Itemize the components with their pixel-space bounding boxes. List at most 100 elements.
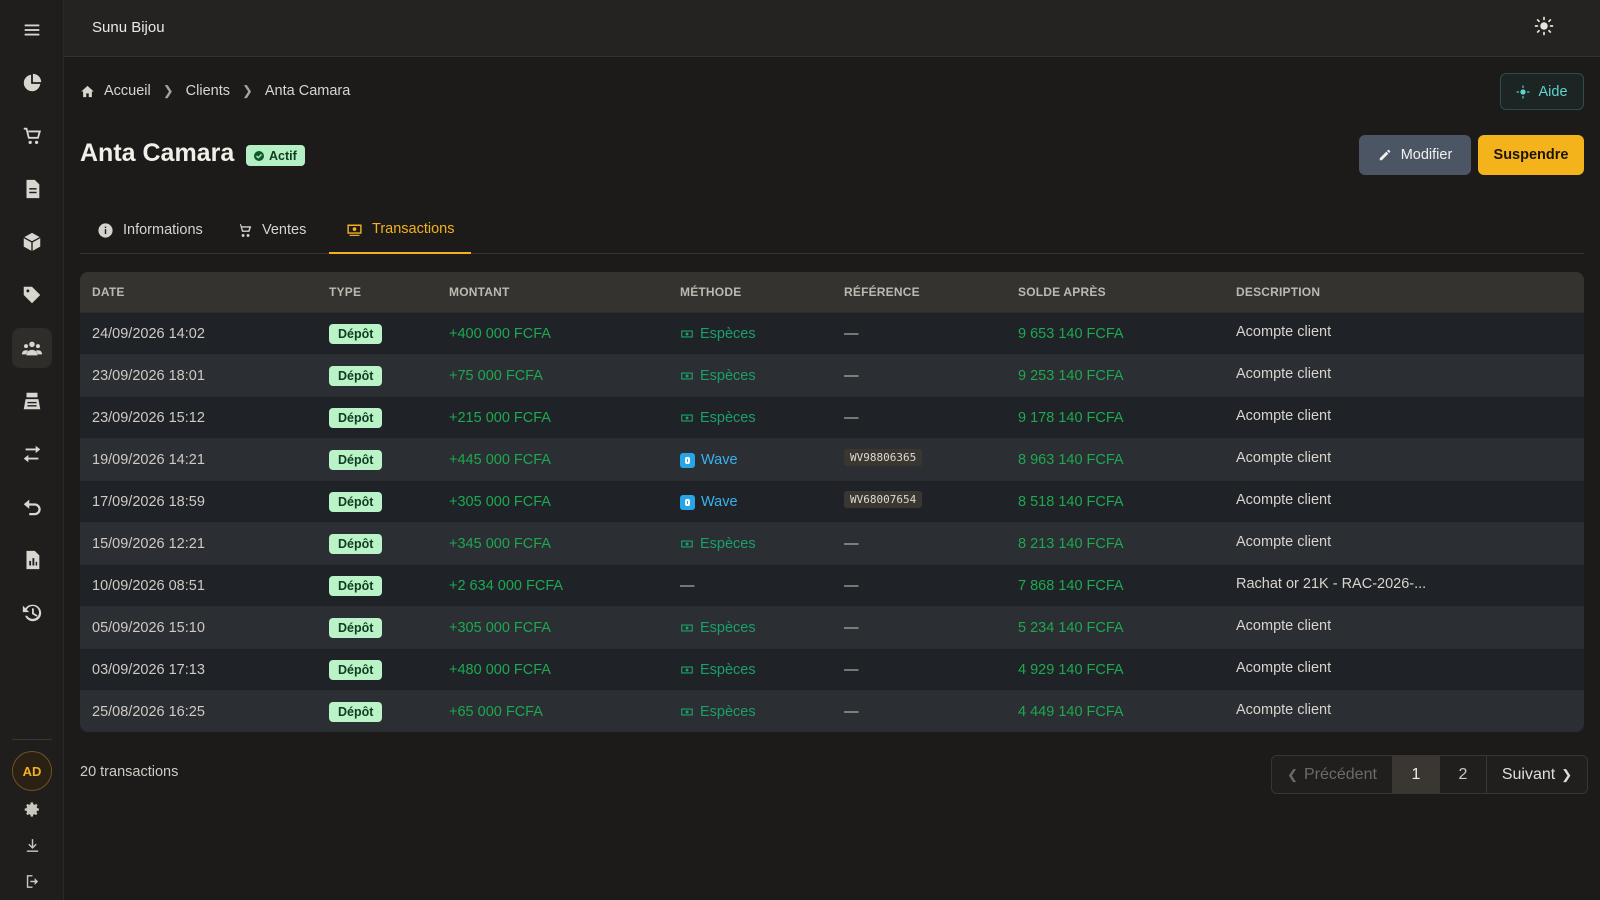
cell-amount: +345 000 FCFA: [449, 536, 551, 552]
chevron-right-icon: ❯: [1561, 766, 1573, 782]
next-page-button[interactable]: Suivant ❯: [1487, 756, 1587, 793]
cell-description: Acompte client: [1236, 618, 1332, 634]
cash-icon: [681, 330, 693, 338]
table-row[interactable]: 15/09/2026 12:21 Dépôt +345 000 FCFA Esp…: [80, 522, 1584, 564]
cell-description: Acompte client: [1236, 366, 1332, 382]
download-button[interactable]: [20, 833, 44, 857]
sidebar-divider: [12, 739, 52, 740]
sidebar-item-tags[interactable]: [12, 275, 52, 315]
reference-chip: WV68007654: [844, 491, 923, 508]
cell-method: Espèces: [680, 620, 756, 636]
tab-label: Ventes: [262, 222, 307, 238]
cell-type: Dépôt: [329, 534, 383, 554]
edit-button[interactable]: Modifier: [1359, 135, 1471, 175]
transfer-arrows-icon: [23, 445, 41, 463]
column-header-amount[interactable]: MONTANT: [449, 285, 510, 299]
tab-ventes[interactable]: Ventes: [219, 206, 323, 254]
box-icon: [23, 232, 41, 252]
undo-icon: [23, 499, 41, 516]
cell-description: Acompte client: [1236, 702, 1332, 718]
breadcrumb-clients[interactable]: Clients: [186, 83, 230, 99]
cell-method: Espèces: [680, 662, 756, 678]
cart-icon: [23, 127, 42, 145]
help-button[interactable]: Aide: [1500, 73, 1584, 110]
money-icon: [347, 224, 362, 236]
cell-balance: 9 653 140 FCFA: [1018, 326, 1124, 342]
breadcrumb-current: Anta Camara: [264, 83, 351, 99]
cell-amount: +65 000 FCFA: [449, 704, 543, 720]
avatar[interactable]: AD: [12, 751, 52, 791]
logout-button[interactable]: [20, 869, 44, 893]
theme-toggle-button[interactable]: [1534, 16, 1558, 40]
sidebar-item-returns[interactable]: [12, 487, 52, 527]
sidebar-item-products[interactable]: [12, 222, 52, 262]
sidebar-item-reports[interactable]: [12, 540, 52, 580]
cell-reference: —: [844, 536, 859, 552]
cell-balance: 5 234 140 FCFA: [1018, 620, 1124, 636]
edit-label: Modifier: [1400, 147, 1453, 163]
cell-date: 05/09/2026 15:10: [92, 620, 205, 636]
table-row[interactable]: 23/09/2026 15:12 Dépôt +215 000 FCFA Esp…: [80, 396, 1584, 438]
tab-informations[interactable]: Informations: [80, 206, 220, 254]
tab-transactions[interactable]: Transactions: [329, 206, 472, 254]
pagination: ❮ Précédent 1 2 Suivant ❯: [1271, 755, 1588, 794]
method-label: Espèces: [700, 410, 756, 426]
cell-amount: +2 634 000 FCFA: [449, 578, 564, 594]
column-header-description[interactable]: DESCRIPTION: [1236, 285, 1320, 299]
page-title: Anta Camara: [80, 139, 235, 167]
cell-method: Espèces: [680, 410, 756, 426]
cell-amount: +305 000 FCFA: [449, 620, 551, 636]
cell-date: 23/09/2026 15:12: [92, 410, 205, 426]
cash-icon: [681, 414, 693, 422]
column-header-type[interactable]: TYPE: [329, 285, 361, 299]
method-label: Espèces: [700, 536, 756, 552]
sidebar-item-clients[interactable]: [12, 328, 52, 368]
column-header-balance[interactable]: SOLDE APRÈS: [1018, 285, 1106, 299]
type-badge: Dépôt: [329, 702, 383, 722]
sidebar-item-invoices[interactable]: [12, 169, 52, 209]
sidebar-item-dashboard[interactable]: [12, 63, 52, 103]
suspend-button[interactable]: Suspendre: [1478, 135, 1584, 175]
lightbulb-icon: [1517, 85, 1530, 98]
pie-chart-icon: [23, 73, 42, 92]
breadcrumb-home[interactable]: Accueil: [104, 83, 151, 99]
table-row[interactable]: 05/09/2026 15:10 Dépôt +305 000 FCFA Esp…: [80, 606, 1584, 648]
cell-reference: —: [844, 410, 859, 426]
method-label: Espèces: [700, 368, 756, 384]
sidebar-item-sales[interactable]: [12, 116, 52, 156]
next-label: Suivant: [1501, 765, 1556, 783]
page-2-button[interactable]: 2: [1440, 756, 1487, 793]
table-row[interactable]: 23/09/2026 18:01 Dépôt +75 000 FCFA Espè…: [80, 354, 1584, 396]
table-row[interactable]: 10/09/2026 08:51 Dépôt +2 634 000 FCFA —…: [80, 564, 1584, 606]
column-header-reference[interactable]: RÉFÉRENCE: [844, 285, 920, 299]
table-row[interactable]: 03/09/2026 17:13 Dépôt +480 000 FCFA Esp…: [80, 648, 1584, 690]
cell-type: Dépôt: [329, 492, 383, 512]
type-badge: Dépôt: [329, 618, 383, 638]
cash-icon: [681, 624, 693, 632]
column-header-method[interactable]: MÉTHODE: [680, 285, 741, 299]
cell-reference: —: [844, 368, 859, 384]
menu-toggle-button[interactable]: [12, 10, 52, 50]
home-icon: [81, 85, 94, 97]
method-label: Espèces: [700, 620, 756, 636]
settings-button[interactable]: [20, 797, 44, 821]
sidebar-item-history[interactable]: [12, 593, 52, 633]
history-icon: [22, 604, 42, 622]
cell-reference: —: [844, 620, 859, 636]
table-row[interactable]: 17/09/2026 18:59 Dépôt +305 000 FCFA Wav…: [80, 480, 1584, 522]
sun-icon: [1534, 16, 1554, 36]
cell-balance: 8 213 140 FCFA: [1018, 536, 1124, 552]
cell-balance: 7 868 140 FCFA: [1018, 578, 1124, 594]
sidebar-item-cash-register[interactable]: [12, 381, 52, 421]
table-row[interactable]: 24/09/2026 14:02 Dépôt +400 000 FCFA Esp…: [80, 312, 1584, 354]
sidebar-item-transfers[interactable]: [12, 434, 52, 474]
previous-page-button[interactable]: ❮ Précédent: [1272, 756, 1393, 793]
column-header-date[interactable]: DATE: [92, 285, 125, 299]
table-row[interactable]: 25/08/2026 16:25 Dépôt +65 000 FCFA Espè…: [80, 690, 1584, 732]
cell-reference: WV68007654: [844, 491, 923, 511]
pencil-icon: [1379, 149, 1390, 161]
cell-description: Acompte client: [1236, 324, 1332, 340]
table-row[interactable]: 19/09/2026 14:21 Dépôt +445 000 FCFA Wav…: [80, 438, 1584, 480]
page-1-button[interactable]: 1: [1393, 756, 1440, 793]
cell-reference: WV98806365: [844, 449, 923, 469]
